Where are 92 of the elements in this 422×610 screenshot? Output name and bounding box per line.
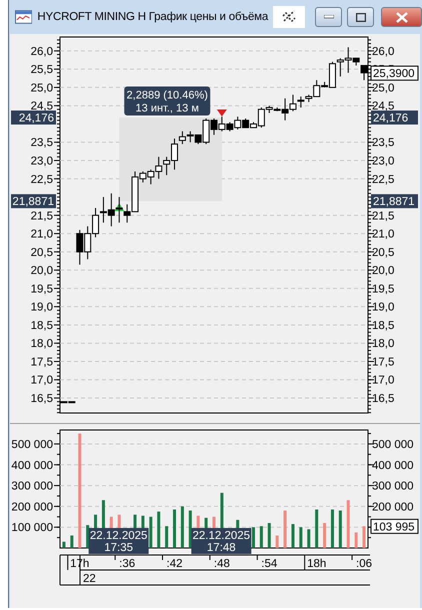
axis-label: 17,5 xyxy=(372,356,394,368)
volume-bar xyxy=(260,526,263,548)
axis-label: 23,5 xyxy=(30,137,53,150)
volume-bar xyxy=(252,527,255,548)
volume-bar xyxy=(346,500,350,548)
axis-label: 17,5 xyxy=(30,356,53,368)
price-marker: 21,8871 xyxy=(11,194,56,208)
volume-bar xyxy=(315,510,318,548)
chart-app-icon xyxy=(15,10,32,24)
volume-bar xyxy=(165,526,168,548)
volume-bar xyxy=(354,532,358,548)
axis-label: 100 000 xyxy=(11,522,53,534)
time-label: :54 xyxy=(261,558,278,570)
volume-bar xyxy=(284,510,287,548)
axis-label: 26,0 xyxy=(30,46,53,58)
measure-tooltip: 2,2889 (10.46%) 13 инт., 13 м xyxy=(124,86,210,116)
axis-label: 300 000 xyxy=(372,480,414,493)
time-label: :36 xyxy=(119,558,136,570)
time-label: :48 xyxy=(214,558,230,570)
date-tooltip: 22.12.2025 17:48 xyxy=(191,528,252,554)
volume-bar xyxy=(299,527,302,548)
axis-label: 19,5 xyxy=(30,283,53,296)
axis-label: 23,0 xyxy=(30,156,53,168)
axis-label: 16,5 xyxy=(372,393,394,406)
broken-link-icon xyxy=(281,9,298,25)
volume-bar xyxy=(338,510,342,548)
volume-bar xyxy=(268,523,271,548)
axis-label: 20,5 xyxy=(30,246,53,259)
axis-label: 500 000 xyxy=(11,438,53,451)
price-marker: 21,8871 xyxy=(371,194,418,208)
unpin-button[interactable] xyxy=(273,6,306,28)
volume-bar xyxy=(62,542,66,548)
axis-label: 20,0 xyxy=(30,265,53,278)
axis-label: 24,5 xyxy=(372,100,394,113)
date-tooltip: 22.12.2025 17:35 xyxy=(88,528,149,554)
price-marker: 24,176 xyxy=(11,110,56,125)
volume-bar xyxy=(323,523,326,548)
axis-label: 20,5 xyxy=(372,246,394,259)
minimize-button[interactable] xyxy=(315,7,342,27)
axis-label: 20,0 xyxy=(372,265,394,278)
volume-bar xyxy=(362,526,366,548)
axis-label: 300 000 xyxy=(11,480,53,493)
axis-label: 21,0 xyxy=(30,228,53,241)
axis-label: 21,0 xyxy=(372,228,394,241)
axis-label: 25,0 xyxy=(372,82,394,94)
close-button[interactable] xyxy=(381,7,422,27)
axis-label: 18,5 xyxy=(30,320,53,332)
volume-bar xyxy=(330,510,334,548)
axis-label: 19,0 xyxy=(372,302,394,314)
volume-bar xyxy=(180,506,184,548)
axis-label: 400 000 xyxy=(11,460,53,472)
axis-label: 22,5 xyxy=(372,174,394,186)
last-volume-box: 103 995 xyxy=(370,518,418,534)
volume-bar xyxy=(291,524,294,548)
maximize-button[interactable] xyxy=(347,7,374,27)
axis-label: 22,5 xyxy=(30,174,53,186)
axis-label: 21,5 xyxy=(30,210,53,222)
volume-bar xyxy=(157,512,160,548)
axis-label: 18,0 xyxy=(372,338,394,350)
axis-label: 500 000 xyxy=(372,438,414,451)
volume-bar xyxy=(276,536,279,548)
axis-label: 25,5 xyxy=(30,64,53,76)
axis-label: 25,0 xyxy=(30,82,53,94)
axis-label: 23,0 xyxy=(372,156,394,168)
axis-label: 200 000 xyxy=(11,501,53,514)
time-label: :42 xyxy=(166,558,183,570)
time-label: :06 xyxy=(356,558,372,570)
axis-label: 24,5 xyxy=(30,100,53,113)
day-label: 22 xyxy=(83,573,96,585)
window-title: HYCROFT MINING H График цены и объёма xyxy=(37,11,268,23)
axis-label: 19,0 xyxy=(30,302,53,314)
axis-label: 21,5 xyxy=(372,210,394,222)
axis-label: 16,5 xyxy=(30,393,53,406)
volume-bar xyxy=(70,536,74,548)
axis-label: 26,0 xyxy=(372,46,394,58)
price-marker: 24,176 xyxy=(371,110,418,125)
close-icon xyxy=(396,12,408,22)
axis-label: 18,0 xyxy=(30,338,53,350)
axis-label: 400 000 xyxy=(372,460,414,472)
time-label: 18h xyxy=(307,558,326,570)
volume-bar xyxy=(149,516,152,548)
axis-label: 17,0 xyxy=(30,374,53,387)
maximize-icon xyxy=(356,12,366,22)
axis-label: 23,5 xyxy=(372,137,394,150)
axis-label: 17,0 xyxy=(372,374,394,387)
volume-bar xyxy=(173,510,176,548)
volume-bar xyxy=(188,510,192,548)
volume-bar xyxy=(307,529,310,548)
axis-label: 200 000 xyxy=(372,501,414,514)
axis-label: 19,5 xyxy=(372,283,394,296)
minimize-icon xyxy=(324,15,334,19)
axis-label: 18,5 xyxy=(372,320,394,332)
